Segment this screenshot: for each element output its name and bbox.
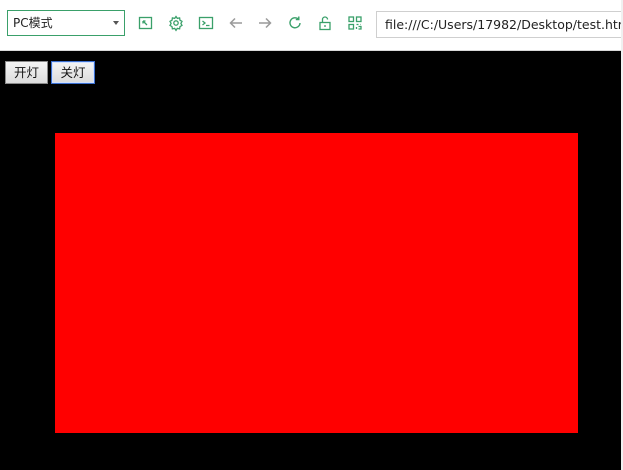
unlock-icon[interactable] [316,14,334,32]
qr-code-icon[interactable] [346,14,364,32]
light-off-button[interactable]: 关灯 [51,61,95,84]
chevron-down-icon [113,21,119,25]
mode-select-value: PC模式 [13,16,53,30]
light-panel [55,133,578,433]
resize-window-icon[interactable] [137,14,155,32]
address-bar-url: file:///C:/Users/17982/Desktop/test.html [385,17,623,32]
forward-arrow-icon[interactable] [256,14,274,32]
address-bar[interactable]: file:///C:/Users/17982/Desktop/test.html [376,11,623,38]
mode-select[interactable]: PC模式 [7,10,125,36]
settings-gear-icon[interactable] [167,14,185,32]
browser-toolbar: PC模式 file:///C:/Users/17982/Desktop/test… [0,0,623,51]
back-arrow-icon[interactable] [227,14,245,32]
light-on-button[interactable]: 开灯 [5,61,48,84]
refresh-icon[interactable] [286,14,304,32]
console-terminal-icon[interactable] [197,14,215,32]
